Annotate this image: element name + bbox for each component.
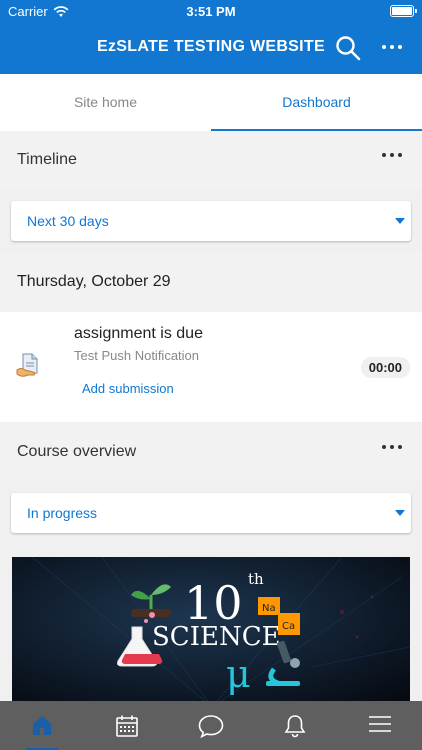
- course-image-subject: SCIENCE: [152, 622, 281, 652]
- status-time: 3:51 PM: [186, 4, 236, 19]
- tab-bar: Site home Dashboard: [0, 74, 422, 131]
- course-image-graphic: 10 th SCIENCE Na Ca μ: [12, 557, 410, 707]
- site-title: EzSLATE TESTING WEBSITE: [97, 38, 325, 55]
- app-header: Carrier 3:51 PM EzSLATE TESTING WEBSITE: [0, 0, 422, 74]
- event-time-badge: 00:00: [360, 357, 410, 378]
- course-overview-title: Course overview: [17, 443, 137, 460]
- battery-icon: [390, 5, 417, 17]
- course-overview-header: Course overview: [0, 423, 422, 481]
- course-overview-more-icon[interactable]: [382, 445, 402, 449]
- nav-more[interactable]: [338, 701, 422, 750]
- nav-messages[interactable]: [169, 701, 253, 750]
- event-title[interactable]: assignment is due: [74, 325, 203, 343]
- status-bar: Carrier 3:51 PM: [0, 0, 422, 24]
- course-filter-select[interactable]: In progress: [11, 493, 411, 533]
- timeline-event[interactable]: assignment is due Test Push Notification…: [0, 312, 422, 422]
- bell-icon: [284, 715, 306, 738]
- add-submission-link[interactable]: Add submission: [82, 381, 174, 396]
- timeline-date: Thursday, October 29: [17, 273, 171, 290]
- timeline-filter-value: Next 30 days: [27, 213, 109, 229]
- svg-text:Na: Na: [262, 603, 276, 614]
- timeline-more-icon[interactable]: [382, 153, 402, 157]
- timeline-title: Timeline: [17, 151, 77, 168]
- event-course: Test Push Notification: [74, 348, 200, 363]
- menu-icon: [368, 716, 391, 732]
- chevron-down-icon: [395, 218, 405, 224]
- messages-icon: [198, 715, 224, 738]
- svg-text:Ca: Ca: [282, 621, 295, 632]
- course-card-image[interactable]: 10 th SCIENCE Na Ca μ: [12, 557, 410, 707]
- timeline-header: Timeline: [0, 131, 422, 189]
- course-image-suffix: th: [248, 570, 264, 588]
- tab-dashboard[interactable]: Dashboard: [211, 74, 422, 131]
- bottom-nav: [0, 701, 422, 750]
- nav-calendar[interactable]: [84, 701, 168, 750]
- timeline-filter-select[interactable]: Next 30 days: [11, 201, 411, 241]
- nav-notifications[interactable]: [253, 701, 337, 750]
- home-icon: [33, 716, 52, 735]
- timeline-date-row: Thursday, October 29: [0, 252, 422, 312]
- calendar-icon: [115, 715, 138, 737]
- search-icon[interactable]: [334, 34, 362, 62]
- svg-text:μ: μ: [226, 652, 251, 696]
- course-filter-value: In progress: [27, 505, 98, 521]
- tab-site-home[interactable]: Site home: [0, 74, 211, 131]
- chevron-down-icon: [395, 510, 405, 516]
- nav-home[interactable]: [0, 701, 84, 750]
- more-options-icon[interactable]: [378, 36, 406, 58]
- assignment-icon: [16, 353, 38, 377]
